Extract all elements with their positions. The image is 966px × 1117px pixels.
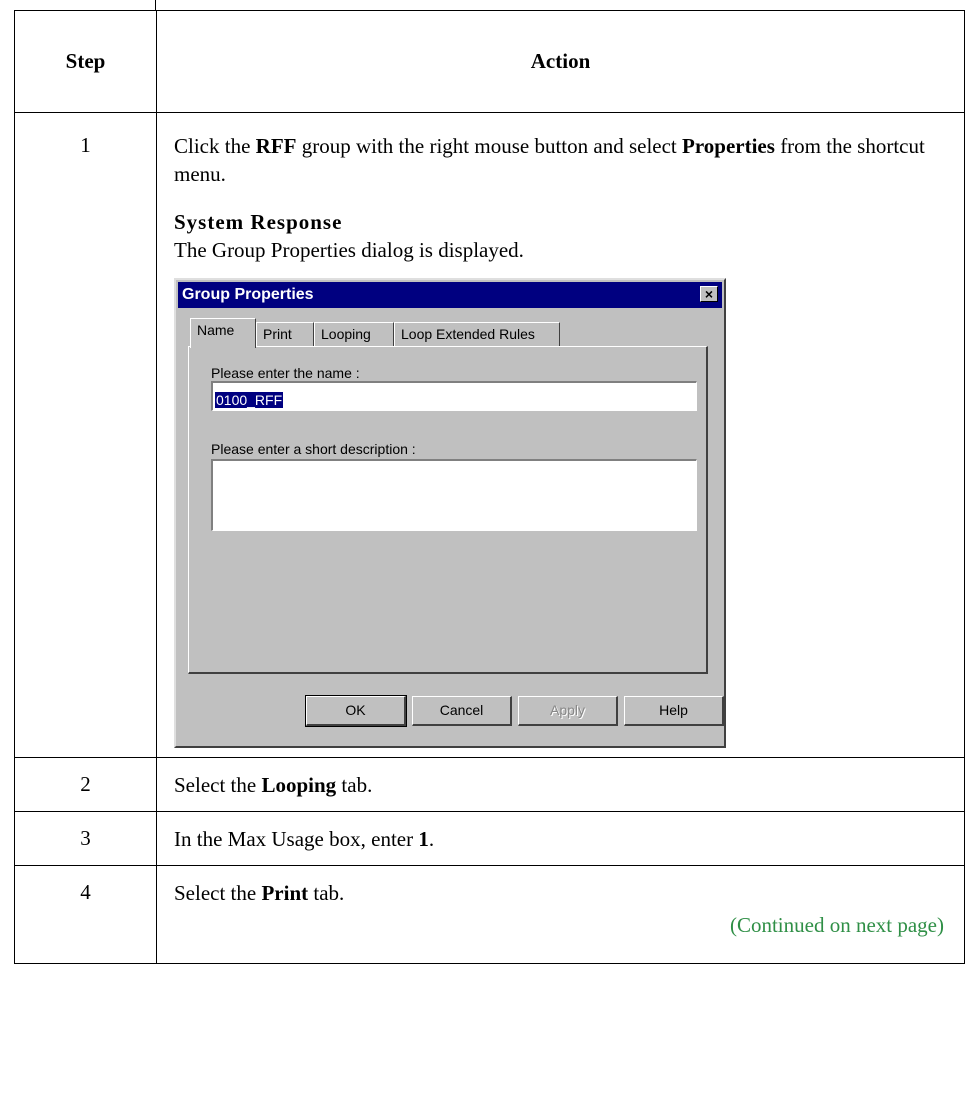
action-cell: Click the RFF group with the right mouse…: [156, 112, 965, 758]
continued-note: (Continued on next page): [729, 913, 944, 937]
description-field[interactable]: [211, 459, 697, 531]
action-cell: In the Max Usage box, enter 1.: [156, 811, 965, 866]
step-number: 4: [14, 865, 157, 964]
tab-name[interactable]: Name: [190, 318, 256, 348]
tab-panel: Please enter the name : 0100_RFF Please …: [188, 346, 708, 674]
table-row: 3 In the Max Usage box, enter 1.: [14, 811, 965, 866]
table-row: 2 Select the Looping tab.: [14, 757, 965, 812]
action-cell: Select the Looping tab.: [156, 757, 965, 812]
table-row: 4 Select the Print tab. (Continued on ne…: [14, 865, 965, 964]
system-response-text: The Group Properties dialog is displayed…: [174, 238, 524, 262]
table-row: 1 Click the RFF group with the right mou…: [14, 112, 965, 758]
procedure-table: Step Action 1 Click the RFF group with t…: [14, 10, 965, 964]
close-icon[interactable]: ×: [700, 286, 718, 302]
system-response-title: System Response: [174, 210, 343, 234]
name-field-value: 0100_RFF: [215, 392, 284, 408]
table-header-row: Step Action: [14, 10, 965, 113]
tab-loop-extended-rules[interactable]: Loop Extended Rules: [394, 322, 560, 346]
cancel-button[interactable]: Cancel: [412, 696, 512, 726]
step-4-instruction: Select the Print tab.: [174, 881, 345, 905]
ok-button[interactable]: OK: [305, 695, 407, 727]
action-cell: Select the Print tab. (Continued on next…: [156, 865, 965, 964]
step-2-instruction: Select the Looping tab.: [174, 773, 373, 797]
tab-looping[interactable]: Looping: [314, 322, 394, 346]
tab-print[interactable]: Print: [256, 322, 314, 346]
dialog-title: Group Properties: [182, 286, 314, 303]
apply-button[interactable]: Apply: [518, 696, 618, 726]
step-header: Step: [14, 10, 157, 113]
name-field[interactable]: 0100_RFF: [211, 381, 697, 411]
step-number: 2: [14, 757, 157, 812]
step-1-instruction: Click the RFF group with the right mouse…: [174, 134, 925, 186]
step-number: 1: [14, 112, 157, 758]
action-header: Action: [156, 10, 965, 113]
dialog-titlebar: Group Properties ×: [178, 282, 722, 308]
help-button[interactable]: Help: [624, 696, 724, 726]
group-properties-dialog: Group Properties × Name Print Looping Lo…: [174, 278, 726, 748]
step-number: 3: [14, 811, 157, 866]
step-3-instruction: In the Max Usage box, enter 1.: [174, 827, 435, 851]
